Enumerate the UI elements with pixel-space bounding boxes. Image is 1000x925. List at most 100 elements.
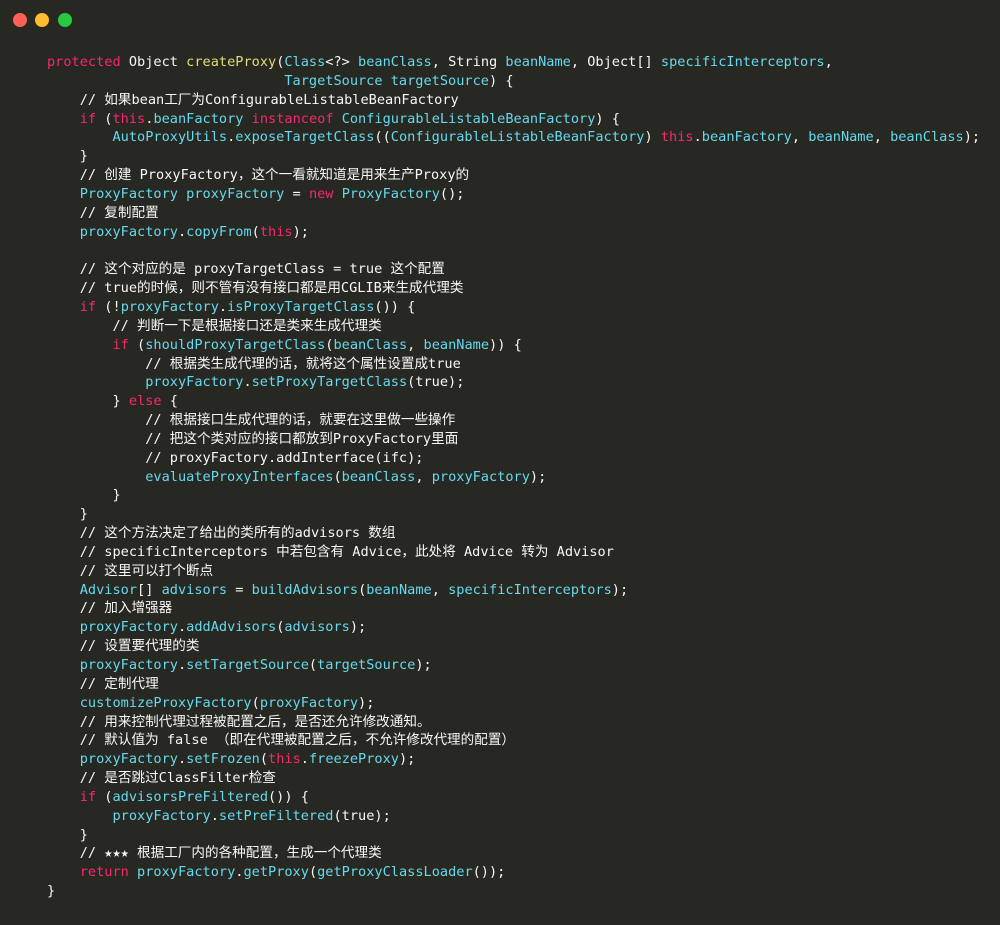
- code-token: }: [47, 148, 88, 165]
- code-keyword: if: [79, 788, 97, 805]
- code-line: proxyFactory.setFrozen(this.freezeProxy)…: [47, 750, 992, 769]
- code-token: ,: [873, 129, 891, 146]
- code-comment: // ★★★ 根据工厂内的各种配置，生成一个代理类: [47, 845, 382, 862]
- code-line: // proxyFactory.addInterface(ifc);: [47, 449, 992, 468]
- code-line: }: [47, 147, 992, 166]
- minimize-window-icon[interactable]: [35, 13, 49, 27]
- code-token: beanFactory: [153, 110, 244, 127]
- code-token: evaluateProxyInterfaces: [145, 468, 334, 485]
- code-token: (true);: [333, 807, 391, 824]
- code-comment: // 是否跳过ClassFilter检查: [47, 770, 276, 787]
- code-line: proxyFactory.addAdvisors(advisors);: [47, 618, 992, 637]
- code-line: // 根据类生成代理的话，就将这个属性设置成true: [47, 355, 992, 374]
- code-token: );: [292, 223, 309, 240]
- close-window-icon[interactable]: [13, 13, 27, 27]
- code-token: TargetSource: [284, 72, 383, 89]
- code-comment: // 默认值为 false （即在代理被配置之后，不允许修改代理的配置）: [47, 732, 516, 749]
- code-token: ,: [824, 54, 833, 70]
- code-comment: // 创建 ProxyFactory，这个一看就知道是用来生产Proxy的: [47, 167, 470, 184]
- code-token: proxyFactory: [79, 751, 178, 768]
- code-token: (: [96, 110, 113, 127]
- code-comment: // 用来控制代理过程被配置之后，是否还允许修改通知。: [47, 713, 431, 730]
- code-token: ()) {: [374, 298, 416, 315]
- code-comment: // 根据接口生成代理的话，就要在这里做一些操作: [47, 412, 456, 429]
- code-token: beanName: [505, 54, 571, 70]
- code-token: ,: [431, 581, 449, 598]
- code-token: customizeProxyFactory: [79, 694, 252, 711]
- code-token: specificInterceptors: [448, 581, 612, 598]
- code-keyword: this: [268, 751, 301, 768]
- code-token: {: [161, 393, 178, 410]
- code-token: ((: [374, 129, 391, 146]
- code-token: buildAdvisors: [251, 581, 359, 598]
- code-token: =: [227, 581, 252, 598]
- code-token: setProxyTargetClass: [251, 374, 408, 391]
- code-block: protected Object createProxy (Class<?> be…: [47, 53, 992, 901]
- code-token: targetSource: [390, 72, 489, 89]
- code-comment: // 如果bean工厂为ConfigurableListableBeanFact…: [47, 91, 459, 108]
- code-line: }: [47, 486, 992, 505]
- code-line: protected Object createProxy(Class<?> be…: [47, 53, 992, 72]
- code-token: ConfigurableListableBeanFactory: [390, 129, 645, 146]
- code-token: (: [333, 468, 342, 485]
- code-comment: // proxyFactory.addInterface(ifc);: [47, 449, 424, 466]
- code-token: );: [398, 751, 416, 768]
- code-line: // 复制配置: [47, 204, 992, 223]
- code-token: ProxyFactory: [341, 185, 440, 202]
- code-line: // 这个对应的是 proxyTargetClass = true 这个配置: [47, 260, 992, 279]
- code-token: }: [47, 826, 88, 843]
- code-token: }: [47, 393, 129, 410]
- code-token: shouldProxyTargetClass: [145, 336, 326, 353]
- code-token: .: [693, 129, 702, 146]
- code-token: );: [349, 619, 367, 636]
- code-token: ProxyFactory: [79, 185, 178, 202]
- code-line: // 如果bean工厂为ConfigurableListableBeanFact…: [47, 91, 992, 110]
- code-token: (: [259, 751, 269, 768]
- code-keyword: if: [79, 298, 97, 315]
- zoom-window-icon[interactable]: [58, 13, 72, 27]
- code-line: return proxyFactory.getProxy(getProxyCla…: [47, 863, 992, 882]
- code-comment: // 这个方法决定了给出的类所有的advisors 数组: [47, 525, 396, 542]
- code-token: );: [415, 657, 432, 673]
- code-token: proxyFactory: [79, 223, 178, 240]
- code-token: (: [251, 694, 260, 711]
- code-comment: // true的时候，则不管有没有接口都是用CGLIB来生成代理类: [47, 280, 464, 297]
- code-token: advisors: [161, 581, 228, 598]
- code-line: // 加入增强器: [47, 599, 992, 618]
- code-token: =: [284, 185, 309, 202]
- code-line: // 用来控制代理过程被配置之后，是否还允许修改通知。: [47, 713, 992, 732]
- code-token: beanFactory: [701, 129, 792, 146]
- code-token: advisorsPreFiltered: [112, 788, 269, 805]
- code-line: // 根据接口生成代理的话，就要在这里做一些操作: [47, 411, 992, 430]
- code-token: proxyFactory: [112, 807, 211, 824]
- code-token: );: [358, 694, 375, 711]
- code-line: // 这个方法决定了给出的类所有的advisors 数组: [47, 524, 992, 543]
- code-keyword: this: [259, 223, 293, 240]
- code-token: .: [177, 223, 187, 240]
- code-keyword: protected: [47, 54, 121, 70]
- code-token: );: [611, 581, 629, 598]
- code-token: proxyFactory: [186, 185, 285, 202]
- code-token: );: [963, 129, 981, 146]
- code-token: (: [128, 336, 146, 353]
- code-comment: // 根据类生成代理的话，就将这个属性设置成true: [47, 355, 461, 372]
- code-line: // true的时候，则不管有没有接口都是用CGLIB来生成代理类: [47, 279, 992, 298]
- code-token: ConfigurableListableBeanFactory: [341, 110, 596, 127]
- code-keyword: this: [660, 129, 694, 146]
- code-comment: // 复制配置: [47, 204, 159, 221]
- code-comment: // 这个对应的是 proxyTargetClass = true 这个配置: [47, 261, 445, 278]
- code-line: }: [47, 505, 992, 524]
- code-token: isProxyTargetClass: [227, 298, 375, 315]
- code-token: beanClass: [358, 54, 432, 70]
- code-line: if (this.beanFactory instanceof Configur…: [47, 110, 992, 129]
- code-line: // 判断一下是根据接口还是类来生成代理类: [47, 317, 992, 336]
- code-line: customizeProxyFactory(proxyFactory);: [47, 694, 992, 713]
- code-token: ): [644, 129, 661, 146]
- code-token: .: [177, 751, 187, 768]
